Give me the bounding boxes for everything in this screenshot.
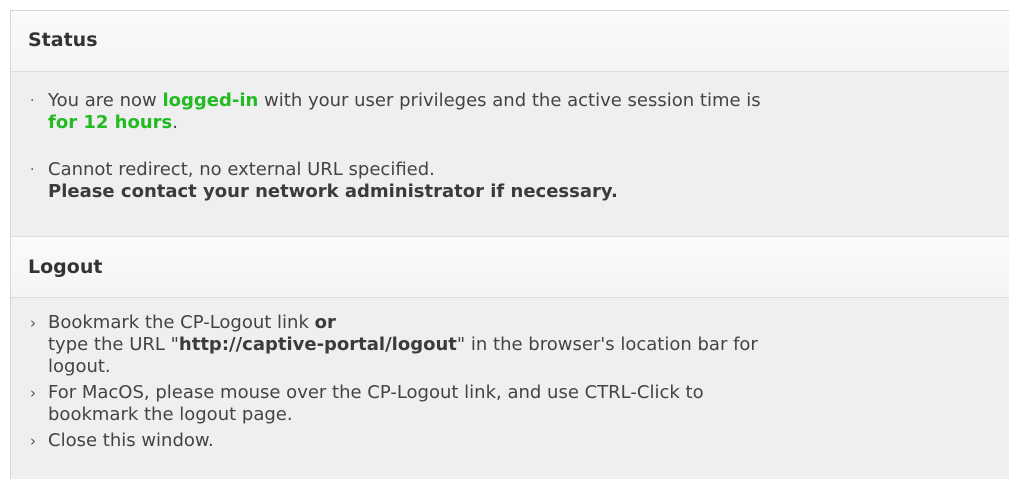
session-time-highlight: for 12 hours (48, 112, 173, 133)
logout-item-bookmark: › Bookmark the CP-Logout link or type th… (11, 312, 1009, 378)
contact-admin-message: Please contact your network administrato… (48, 181, 618, 202)
logged-in-highlight: logged-in (162, 90, 259, 111)
status-item-login: · You are now logged-in with your user p… (11, 90, 1009, 134)
logout-url: http://captive-portal/logout (178, 334, 457, 355)
logout-item-close: › Close this window. (11, 430, 1009, 452)
chevron-right-icon: › (30, 432, 36, 450)
logout-title: Logout (28, 256, 103, 278)
close-window-instruction: Close this window. (48, 430, 214, 451)
logout-word: logout. (48, 356, 111, 377)
bookmark-text: Bookmark the CP-Logout link (48, 312, 315, 333)
logout-section-header: Logout (11, 236, 1009, 298)
captive-portal-panel: Status · You are now logged-in with your… (10, 10, 1009, 479)
or-text: or (314, 312, 336, 333)
macos-instruction-line1: For MacOS, please mouse over the CP-Logo… (48, 382, 704, 403)
redirect-message: Cannot redirect, no external URL specifi… (48, 159, 435, 180)
type-url-prefix: type the URL " (48, 334, 179, 355)
status-section-body: · You are now logged-in with your user p… (11, 72, 1009, 236)
logout-section-body: › Bookmark the CP-Logout link or type th… (11, 298, 1009, 452)
chevron-right-icon: › (30, 314, 36, 332)
status-title: Status (28, 29, 98, 51)
logout-item-macos: › For MacOS, please mouse over the CP-Lo… (11, 382, 1009, 426)
login-text-suffix: . (172, 112, 178, 133)
macos-instruction-line2: bookmark the logout page. (48, 404, 293, 425)
login-text-middle: with your user privileges and the active… (258, 90, 761, 111)
status-section-header: Status (11, 11, 1009, 72)
login-text-prefix: You are now (48, 90, 163, 111)
status-item-redirect: · Cannot redirect, no external URL speci… (11, 159, 1009, 203)
bullet-dot-icon: · (30, 162, 35, 178)
bullet-dot-icon: · (30, 93, 35, 109)
chevron-right-icon: › (30, 384, 36, 402)
type-url-suffix: " in the browser's location bar for (456, 334, 758, 355)
